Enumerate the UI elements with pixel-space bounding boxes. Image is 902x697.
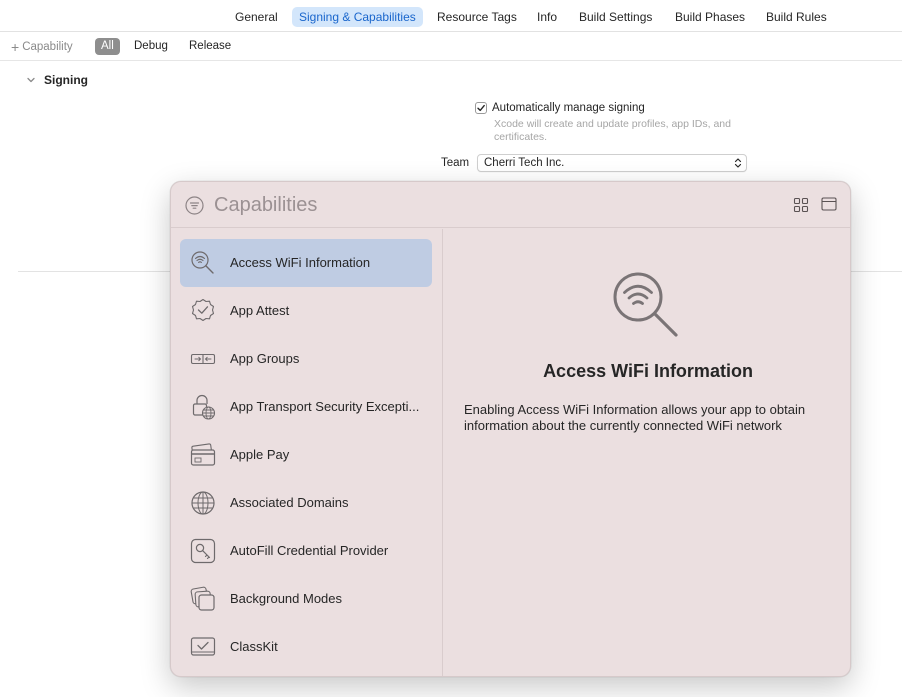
- capability-label: ClassKit: [230, 639, 278, 654]
- capability-detail-pane: Access WiFi Information Enabling Access …: [444, 229, 850, 676]
- auto-manage-signing-label: Automatically manage signing: [492, 102, 645, 114]
- updown-chevron-icon: [734, 158, 742, 168]
- capability-label: Apple Pay: [230, 447, 290, 462]
- tab-general[interactable]: General: [228, 7, 285, 27]
- auto-manage-signing-description: Xcode will create and update profiles, a…: [494, 118, 731, 143]
- plus-icon: +: [11, 39, 20, 55]
- globe-icon: [191, 491, 215, 515]
- capability-item-app-transport-security[interactable]: App Transport Security Excepti...: [180, 383, 432, 431]
- capability-item-apple-pay[interactable]: Apple Pay: [180, 431, 432, 479]
- capability-item-app-attest[interactable]: App Attest: [180, 287, 432, 335]
- capability-label: Access WiFi Information: [230, 255, 371, 270]
- team-select-value: Cherri Tech Inc.: [484, 157, 565, 169]
- classkit-icon: [190, 637, 216, 656]
- team-select[interactable]: Cherri Tech Inc.: [477, 154, 747, 172]
- capabilities-search-field[interactable]: Capabilities: [214, 193, 317, 217]
- add-capability-button[interactable]: + Capability: [11, 39, 73, 55]
- wifi-search-icon: [191, 251, 214, 274]
- credit-card-icon: [190, 443, 216, 466]
- signing-section-title: Signing: [44, 73, 88, 87]
- auto-manage-signing-checkbox[interactable]: [475, 102, 487, 114]
- signing-section-header[interactable]: Signing: [26, 72, 88, 88]
- auto-manage-signing-row: Automatically manage signing: [475, 102, 645, 114]
- add-capability-label: Capability: [22, 41, 73, 53]
- capability-item-associated-domains[interactable]: Associated Domains: [180, 479, 432, 527]
- app-groups-icon: [190, 353, 216, 365]
- capability-label: AutoFill Credential Provider: [230, 543, 389, 558]
- capability-item-background-modes[interactable]: Background Modes: [180, 575, 432, 623]
- capability-item-autofill-credential-provider[interactable]: AutoFill Credential Provider: [180, 527, 432, 575]
- capabilities-list: Access WiFi Information App Attest App G…: [171, 229, 443, 676]
- lock-globe-icon: [192, 394, 216, 420]
- filter-icon[interactable]: [185, 196, 204, 215]
- stacked-squares-icon: [190, 586, 215, 611]
- capability-label: App Groups: [230, 351, 300, 366]
- editor-tab-bar: General Signing & Capabilities Resource …: [0, 0, 902, 32]
- tab-resource-tags[interactable]: Resource Tags: [430, 7, 524, 27]
- tab-build-rules[interactable]: Build Rules: [759, 7, 834, 27]
- checkmark-icon: [477, 104, 485, 112]
- capability-detail-title: Access WiFi Information: [543, 361, 753, 381]
- capability-label: App Transport Security Excepti...: [230, 399, 420, 414]
- wifi-search-icon: [613, 272, 678, 337]
- chevron-down-icon: [27, 77, 35, 83]
- segment-debug[interactable]: Debug: [128, 38, 174, 55]
- tab-signing-capabilities[interactable]: Signing & Capabilities: [292, 7, 423, 27]
- capability-label: Associated Domains: [230, 495, 349, 510]
- team-label: Team: [441, 157, 470, 169]
- capability-filter-bar: + Capability All Debug Release: [0, 32, 902, 61]
- segment-release[interactable]: Release: [183, 38, 237, 55]
- capability-detail-description: Enabling Access WiFi Information allows …: [464, 402, 806, 433]
- tab-info[interactable]: Info: [530, 7, 564, 27]
- detail-panel-icon[interactable]: [821, 196, 837, 212]
- capability-label: App Attest: [230, 303, 290, 318]
- capability-item-classkit[interactable]: ClassKit: [180, 623, 432, 671]
- key-icon: [190, 538, 216, 564]
- capabilities-library-popup: Capabilities Access WiFi Information App…: [170, 181, 851, 677]
- attest-seal-icon: [191, 298, 215, 322]
- tab-build-settings[interactable]: Build Settings: [572, 7, 659, 27]
- tab-build-phases[interactable]: Build Phases: [668, 7, 752, 27]
- popup-header: Capabilities: [171, 182, 850, 228]
- capability-item-access-wifi[interactable]: Access WiFi Information: [180, 239, 432, 287]
- capability-label: Background Modes: [230, 591, 343, 606]
- capability-item-app-groups[interactable]: App Groups: [180, 335, 432, 383]
- segment-all[interactable]: All: [95, 38, 120, 55]
- grid-view-icon[interactable]: [793, 197, 809, 213]
